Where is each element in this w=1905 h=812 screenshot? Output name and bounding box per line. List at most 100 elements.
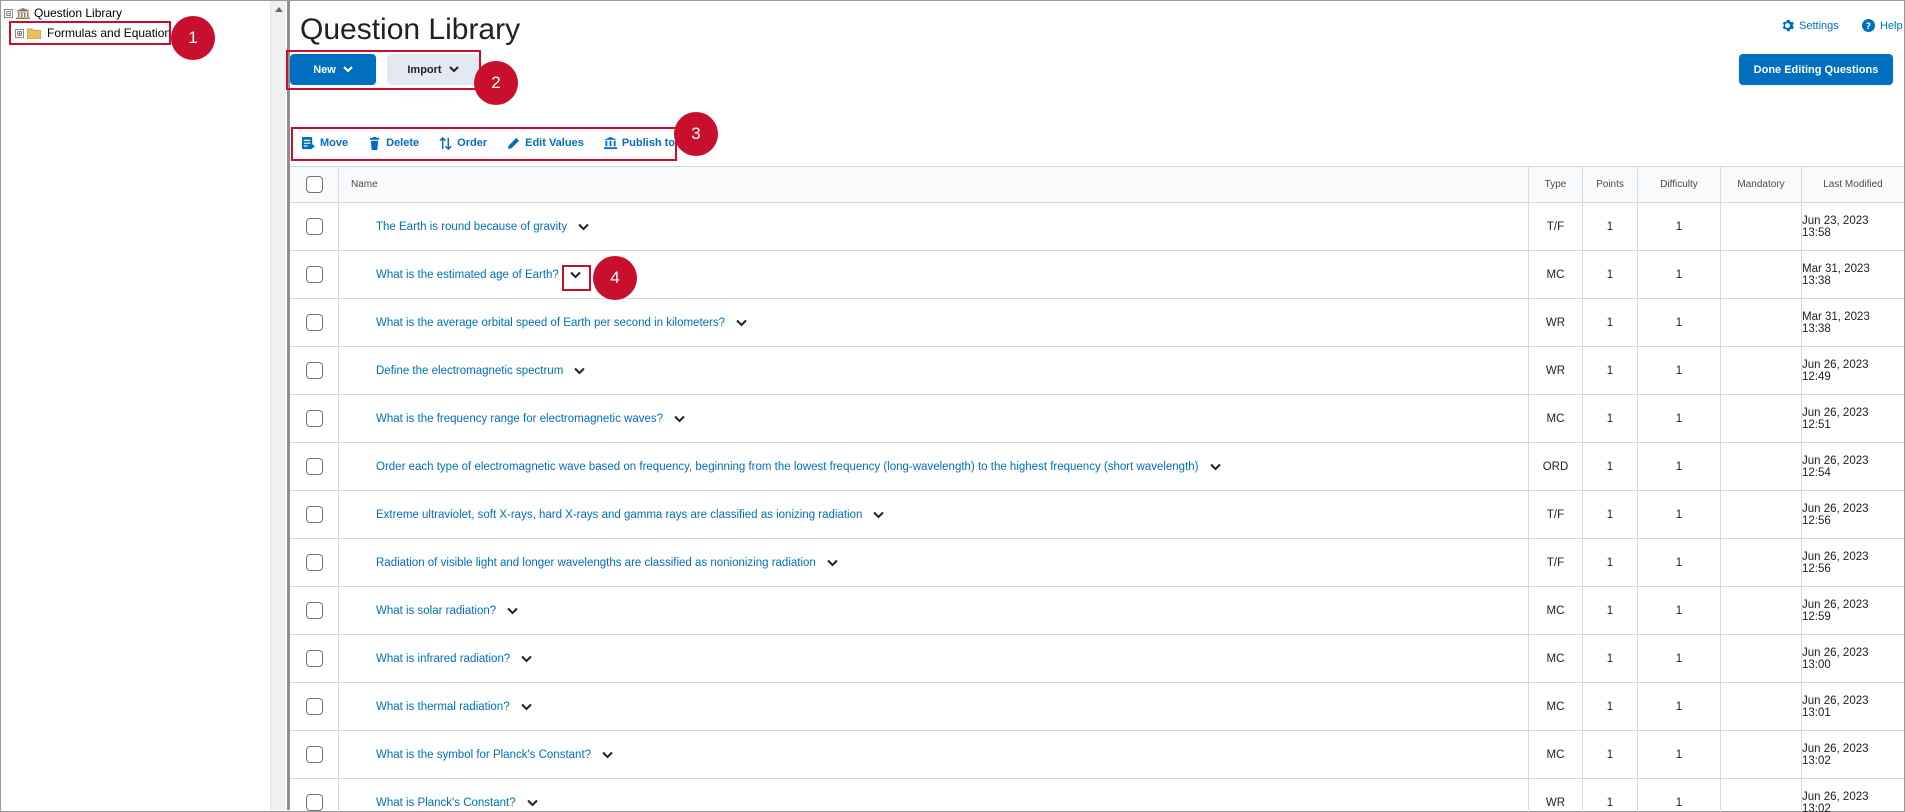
question-actions-toggle[interactable] — [663, 415, 685, 423]
name-cell: What is the estimated age of Earth? — [339, 251, 1529, 298]
column-header-last-modified[interactable]: Last Modified — [1802, 167, 1904, 202]
mandatory-cell — [1721, 299, 1802, 346]
question-link[interactable]: Order each type of electromagnetic wave … — [376, 461, 1199, 473]
question-actions-toggle[interactable] — [567, 223, 589, 231]
table-row: The Earth is round because of gravity T/F… — [290, 203, 1904, 251]
difficulty-cell: 1 — [1638, 491, 1721, 538]
name-cell: Define the electromagnetic spectrum — [339, 347, 1529, 394]
table-row: Extreme ultraviolet, soft X-rays, hard X… — [290, 491, 1904, 539]
name-cell: Extreme ultraviolet, soft X-rays, hard X… — [339, 491, 1529, 538]
points-cell: 1 — [1583, 251, 1638, 298]
select-all-checkbox[interactable] — [305, 176, 323, 193]
help-icon: ? — [1862, 19, 1875, 32]
scroll-up-icon[interactable] — [275, 7, 283, 12]
row-checkbox[interactable] — [305, 266, 323, 283]
column-header-type[interactable]: Type — [1529, 167, 1583, 202]
type-cell: MC — [1529, 683, 1583, 730]
last-modified-cell: Jun 26, 2023 13:00 — [1802, 646, 1869, 671]
difficulty-cell: 1 — [1638, 299, 1721, 346]
row-checkbox[interactable] — [305, 218, 323, 235]
main-content: Question Library Settings ? Help New Imp… — [286, 1, 1904, 812]
question-actions-toggle[interactable] — [516, 799, 538, 807]
column-header-name[interactable]: Name — [339, 167, 1529, 202]
last-modified-cell: Jun 26, 2023 12:49 — [1802, 358, 1869, 383]
column-header-difficulty[interactable]: Difficulty — [1638, 167, 1721, 202]
table-row: What is the average orbital speed of Ear… — [290, 299, 1904, 347]
difficulty-cell: 1 — [1638, 587, 1721, 634]
points-cell: 1 — [1583, 491, 1638, 538]
question-actions-toggle[interactable] — [510, 703, 532, 711]
type-cell: WR — [1529, 299, 1583, 346]
column-header-points[interactable]: Points — [1583, 167, 1638, 202]
row-checkbox[interactable] — [305, 506, 323, 523]
question-link[interactable]: What is solar radiation? — [376, 605, 496, 617]
question-link[interactable]: Radiation of visible light and longer wa… — [376, 557, 816, 569]
chevron-down-icon — [507, 607, 518, 614]
column-header-mandatory[interactable]: Mandatory — [1721, 167, 1802, 202]
row-checkbox[interactable] — [305, 362, 323, 379]
question-actions-toggle[interactable] — [510, 655, 532, 663]
row-checkbox[interactable] — [305, 794, 323, 811]
done-editing-button[interactable]: Done Editing Questions — [1739, 54, 1893, 85]
question-actions-toggle[interactable] — [1199, 463, 1221, 471]
tree-item-question-library[interactable]: ⊟ Question Library — [4, 6, 122, 20]
question-actions-toggle[interactable] — [496, 607, 518, 615]
last-modified-cell: Jun 26, 2023 12:54 — [1802, 454, 1869, 479]
points-cell: 1 — [1583, 203, 1638, 250]
table-row: Define the electromagnetic spectrum WR 1 1 J… — [290, 347, 1904, 395]
row-checkbox[interactable] — [305, 746, 323, 763]
chevron-down-icon — [602, 751, 613, 758]
chevron-down-icon — [736, 319, 747, 326]
row-select-cell — [290, 491, 339, 538]
callout-badge-2: 2 — [474, 61, 518, 105]
row-select-cell — [290, 635, 339, 682]
question-actions-toggle[interactable] — [862, 511, 885, 519]
difficulty-cell: 1 — [1638, 779, 1721, 812]
question-link[interactable]: The Earth is round because of gravity — [376, 221, 567, 233]
row-checkbox[interactable] — [305, 650, 323, 667]
question-link[interactable]: What is the average orbital speed of Ear… — [376, 317, 725, 329]
question-actions-toggle[interactable] — [725, 319, 747, 327]
table-row: What is the frequency range for electrom… — [290, 395, 1904, 443]
chevron-down-icon — [873, 511, 885, 518]
table-row: What is Planck's Constant? WR 1 1 Jun 26, 20… — [290, 779, 1904, 812]
collapse-toggle-icon[interactable]: ⊟ — [4, 8, 13, 18]
table-header: Name Type Points Difficulty Mandatory La… — [290, 166, 1904, 203]
points-cell: 1 — [1583, 731, 1638, 778]
last-modified-cell: Jun 23, 2023 13:58 — [1802, 214, 1869, 239]
mandatory-cell — [1721, 683, 1802, 730]
chevron-down-icon — [578, 223, 589, 230]
question-actions-toggle[interactable] — [563, 367, 586, 375]
tree-scrollbar[interactable] — [270, 1, 286, 810]
row-checkbox[interactable] — [305, 314, 323, 331]
question-link[interactable]: What is the symbol for Planck's Constant… — [376, 749, 591, 761]
row-checkbox[interactable] — [305, 698, 323, 715]
settings-link[interactable]: Settings — [1781, 19, 1839, 32]
question-link[interactable]: What is the estimated age of Earth? — [376, 269, 559, 281]
row-checkbox[interactable] — [305, 458, 323, 475]
help-link[interactable]: ? Help — [1862, 19, 1903, 32]
row-checkbox[interactable] — [305, 602, 323, 619]
name-cell: Radiation of visible light and longer wa… — [339, 539, 1529, 586]
question-link[interactable]: Define the electromagnetic spectrum — [376, 365, 563, 377]
table-body: The Earth is round because of gravity T/F… — [290, 203, 1904, 812]
question-link[interactable]: What is thermal radiation? — [376, 701, 510, 713]
last-modified-cell: Jun 26, 2023 13:02 — [1802, 742, 1869, 767]
difficulty-cell: 1 — [1638, 347, 1721, 394]
question-link[interactable]: What is infrared radiation? — [376, 653, 510, 665]
points-cell: 1 — [1583, 683, 1638, 730]
question-link[interactable]: Extreme ultraviolet, soft X-rays, hard X… — [376, 509, 862, 521]
row-select-cell — [290, 203, 339, 250]
callout-highlight-4 — [562, 265, 591, 291]
row-checkbox[interactable] — [305, 410, 323, 427]
question-link[interactable]: What is the frequency range for electrom… — [376, 413, 663, 425]
row-checkbox[interactable] — [305, 554, 323, 571]
row-select-cell — [290, 731, 339, 778]
question-actions-toggle[interactable] — [816, 559, 838, 567]
question-actions-toggle[interactable] — [591, 751, 613, 759]
callout-badge-1: 1 — [171, 16, 215, 60]
question-link[interactable]: What is Planck's Constant? — [376, 797, 516, 809]
difficulty-cell: 1 — [1638, 443, 1721, 490]
name-cell: What is the symbol for Planck's Constant… — [339, 731, 1529, 778]
chevron-down-icon — [674, 415, 685, 422]
